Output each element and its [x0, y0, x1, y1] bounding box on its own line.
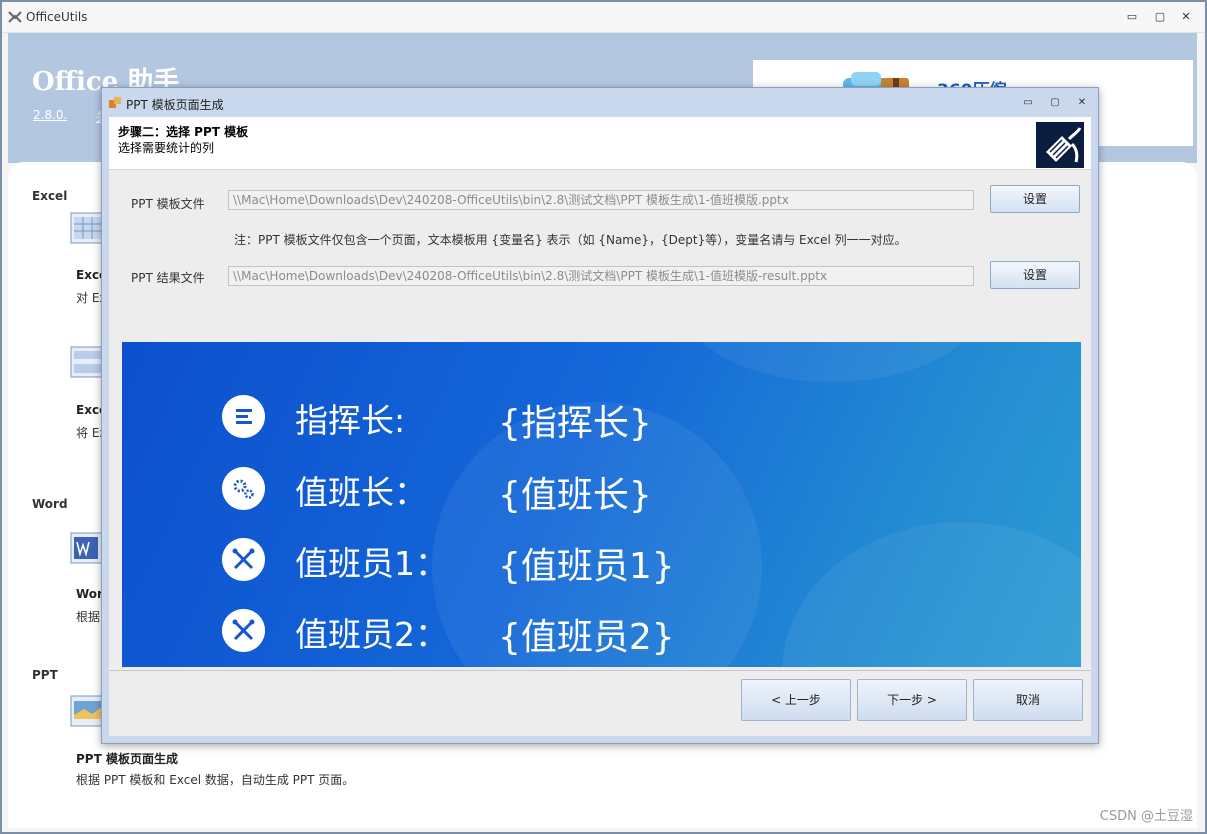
template-note: 注：PPT 模板文件仅包含一个页面，文本模板用 {变量名} 表示（如 {Name…: [234, 233, 907, 247]
slide-row-value: {指挥长}: [498, 403, 652, 444]
slide-row-label: 指挥长:: [295, 401, 406, 440]
slide-preview: 指挥长: {指挥长} 值班长： {值班长} 值班员1： {值班员1} 值班员2：…: [122, 342, 1081, 667]
dialog-close-button[interactable]: ✕: [1074, 95, 1090, 111]
next-step-button[interactable]: 下一步 >: [857, 679, 967, 721]
footer-divider: [109, 670, 1091, 671]
dialog-minimize-button[interactable]: ▭: [1020, 95, 1036, 111]
slide-row: 值班员1： {值班员1}: [122, 535, 1081, 587]
slide-row: 值班长： {值班长}: [122, 464, 1081, 516]
template-set-button[interactable]: 设置: [990, 185, 1080, 213]
slide-row-label: 值班员1：: [295, 544, 448, 583]
tools-icon: [222, 538, 265, 581]
section-label-ppt: PPT: [32, 668, 58, 682]
gears-icon: [222, 467, 265, 510]
template-file-label: PPT 模板文件: [131, 197, 205, 211]
minimize-button[interactable]: ▭: [1123, 8, 1141, 26]
watermark: CSDN @土豆湿: [1099, 809, 1193, 824]
section-label-word: Word: [32, 497, 68, 511]
slide-row-label: 值班长：: [295, 473, 427, 512]
previous-step-button[interactable]: < 上一步: [741, 679, 851, 721]
dialog-body: 步骤二：选择 PPT 模板 选择需要统计的列 PPT 模板文件 \\Mac\Ho…: [109, 117, 1091, 736]
slide-row-value: {值班员2}: [498, 617, 675, 658]
feature-title-ppt[interactable]: PPT 模板页面生成: [76, 750, 178, 767]
version-link[interactable]: 2.8.0.: [33, 108, 67, 122]
feature-desc-word: 根据: [76, 610, 101, 624]
step-header: 步骤二：选择 PPT 模板 选择需要统计的列: [109, 117, 1091, 170]
step-subtitle: 选择需要统计的列: [118, 141, 215, 155]
slide-row-value: {值班员1}: [498, 546, 675, 587]
dialog-app-icon: [109, 97, 121, 108]
dialog-titlebar: PPT 模板页面生成 ▭ ▢ ✕: [102, 88, 1098, 117]
decor-circle: [682, 342, 982, 382]
list-icon: [222, 395, 265, 438]
app-icon: [8, 11, 22, 23]
tools-icon: [222, 609, 265, 652]
feature-desc-ppt: 根据 PPT 模板和 Excel 数据，自动生成 PPT 页面。: [76, 773, 355, 787]
template-path-input[interactable]: \\Mac\Home\Downloads\Dev\240208-OfficeUt…: [228, 190, 974, 210]
slide-row: 值班员2： {值班员2}: [122, 606, 1081, 658]
slide-row-label: 值班员2：: [295, 615, 448, 654]
maximize-button[interactable]: ▢: [1151, 8, 1169, 26]
cable-plug-icon: [1036, 122, 1084, 168]
close-button[interactable]: ✕: [1177, 8, 1195, 26]
step-title: 步骤二：选择 PPT 模板: [118, 125, 249, 139]
dialog-title: PPT 模板页面生成: [126, 98, 224, 112]
result-path-input[interactable]: \\Mac\Home\Downloads\Dev\240208-OfficeUt…: [228, 266, 974, 286]
result-file-label: PPT 结果文件: [131, 271, 205, 285]
ppt-template-dialog: PPT 模板页面生成 ▭ ▢ ✕ 步骤二：选择 PPT 模板 选择需要统计的列 …: [101, 87, 1099, 744]
slide-row-value: {值班长}: [498, 475, 652, 516]
slide-row: 指挥长: {指挥长}: [122, 392, 1081, 444]
main-window-title: OfficeUtils: [26, 10, 88, 24]
dialog-maximize-button[interactable]: ▢: [1047, 95, 1063, 111]
cancel-button[interactable]: 取消: [973, 679, 1083, 721]
result-set-button[interactable]: 设置: [990, 261, 1080, 289]
main-titlebar: OfficeUtils ▭ ▢ ✕: [2, 2, 1205, 33]
section-label-excel: Excel: [32, 189, 68, 203]
